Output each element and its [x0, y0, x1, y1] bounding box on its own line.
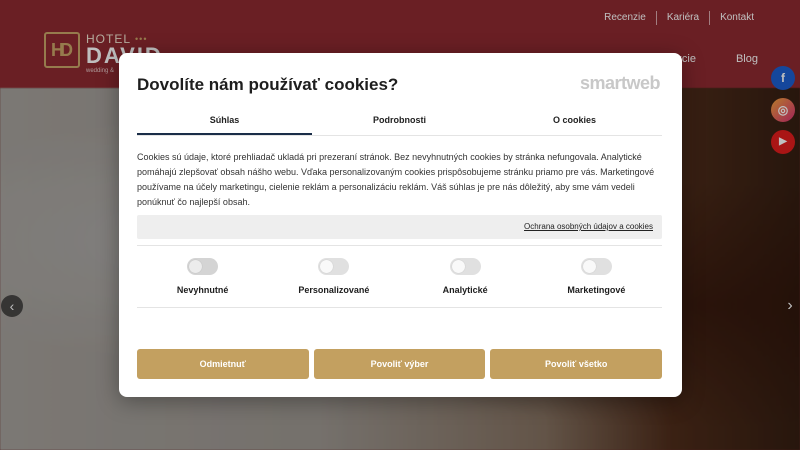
personalizovane-switch[interactable]: [318, 258, 350, 275]
tab-podrobnosti[interactable]: Podrobnosti: [312, 108, 487, 135]
toggle-label: Nevyhnutné: [176, 285, 229, 295]
cookie-toggles: Nevyhnutné Personalizované Analytické Ma…: [137, 258, 662, 295]
switch-knob: [451, 260, 465, 273]
toggle-label: Marketingové: [567, 285, 626, 295]
nevyhnutne-switch: [187, 258, 219, 275]
cookie-buttons: Odmietnuť Povoliť výber Povoliť všetko: [137, 349, 663, 379]
switch-knob: [320, 260, 334, 273]
toggle-nevyhnutne: Nevyhnutné: [137, 258, 268, 295]
toggle-analyticke: Analytické: [400, 258, 531, 295]
divider: [137, 245, 662, 246]
switch-knob: [189, 260, 203, 273]
privacy-link[interactable]: Ochrana osobných údajov a cookies: [524, 222, 653, 231]
smartweb-logo: smartweb: [579, 73, 661, 93]
tab-suhlas[interactable]: Súhlas: [137, 108, 312, 135]
privacy-bar: Ochrana osobných údajov a cookies: [137, 215, 662, 239]
toggle-label: Analytické: [442, 285, 488, 295]
reject-button[interactable]: Odmietnuť: [137, 349, 309, 379]
tab-o-cookies[interactable]: O cookies: [487, 108, 662, 135]
cookie-tabs: Súhlas Podrobnosti O cookies: [137, 108, 662, 136]
marketingove-switch[interactable]: [580, 258, 612, 275]
allow-all-button[interactable]: Povoliť všetko: [490, 349, 663, 379]
toggle-label: Personalizované: [298, 285, 370, 295]
divider: [137, 307, 662, 308]
toggle-personalizovane: Personalizované: [268, 258, 399, 295]
cookie-dialog: Dovolíte nám používať cookies? smartweb …: [119, 53, 682, 397]
dialog-title: Dovolíte nám používať cookies?: [137, 75, 399, 94]
switch-knob: [582, 260, 596, 273]
allow-selection-button[interactable]: Povoliť výber: [313, 349, 486, 379]
toggle-marketingove: Marketingové: [531, 258, 662, 295]
cookie-description: Cookies sú údaje, ktoré prehliadač uklad…: [137, 152, 655, 207]
analyticke-switch[interactable]: [449, 258, 481, 275]
